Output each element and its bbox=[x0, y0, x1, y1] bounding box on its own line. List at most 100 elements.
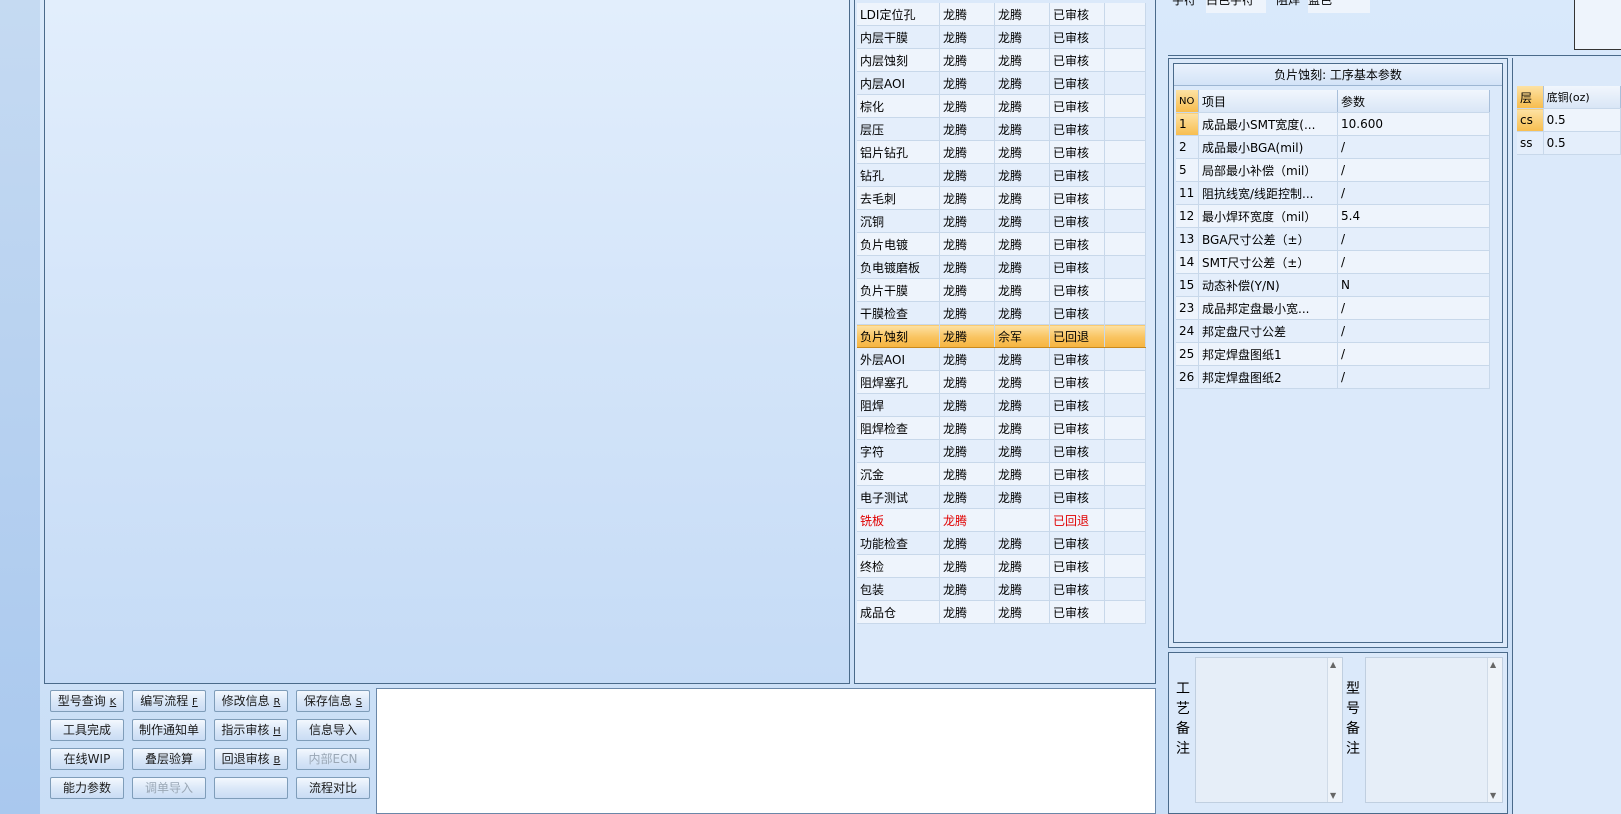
process-remark-textarea[interactable]: ▲ ▼ bbox=[1195, 657, 1343, 803]
params-no[interactable]: 12 bbox=[1176, 204, 1199, 228]
process-row[interactable]: 棕化 龙腾 龙腾 已审核 bbox=[857, 94, 1146, 118]
process-reviewer[interactable]: 龙腾 bbox=[994, 117, 1050, 141]
model-remark-scrollbar[interactable]: ▲ ▼ bbox=[1487, 658, 1502, 802]
process-maker[interactable]: 龙腾 bbox=[939, 577, 995, 601]
process-row[interactable]: 铣板 龙腾 已回退 bbox=[857, 508, 1146, 532]
process-extra[interactable] bbox=[1104, 577, 1146, 601]
params-header-item[interactable]: 项目 bbox=[1198, 90, 1338, 113]
process-maker[interactable]: 龙腾 bbox=[939, 531, 995, 555]
process-status[interactable]: 已审核 bbox=[1049, 25, 1105, 49]
process-name[interactable]: 沉金 bbox=[857, 462, 940, 486]
process-reviewer[interactable]: 龙腾 bbox=[994, 600, 1050, 624]
process-extra[interactable] bbox=[1104, 48, 1146, 72]
process-extra[interactable] bbox=[1104, 140, 1146, 164]
process-extra[interactable] bbox=[1104, 416, 1146, 440]
params-row[interactable]: 13 BGA尺寸公差（±） / bbox=[1176, 227, 1490, 251]
process-status[interactable]: 已审核 bbox=[1049, 577, 1105, 601]
scroll-down-icon[interactable]: ▼ bbox=[1490, 791, 1496, 800]
process-extra[interactable] bbox=[1104, 347, 1146, 371]
action-button[interactable]: 指示审核 H bbox=[214, 719, 288, 741]
process-maker[interactable]: 龙腾 bbox=[939, 186, 995, 210]
process-name[interactable]: 负电镀磨板 bbox=[857, 255, 940, 279]
process-row[interactable]: 负片蚀刻 龙腾 佘军 已回退 bbox=[857, 324, 1146, 348]
process-maker[interactable]: 龙腾 bbox=[939, 232, 995, 256]
process-status[interactable]: 已审核 bbox=[1049, 71, 1105, 95]
params-item[interactable]: BGA尺寸公差（±） bbox=[1198, 227, 1338, 251]
process-maker[interactable]: 龙腾 bbox=[939, 255, 995, 279]
params-no[interactable]: 25 bbox=[1176, 342, 1199, 366]
params-value[interactable]: / bbox=[1337, 158, 1490, 182]
process-maker[interactable]: 龙腾 bbox=[939, 416, 995, 440]
process-reviewer[interactable]: 龙腾 bbox=[994, 531, 1050, 555]
process-row[interactable]: 字符 龙腾 龙腾 已审核 bbox=[857, 439, 1146, 463]
params-value[interactable]: / bbox=[1337, 227, 1490, 251]
process-row[interactable]: 终检 龙腾 龙腾 已审核 bbox=[857, 554, 1146, 578]
params-row[interactable]: 1 成品最小SMT宽度(... 10.600 bbox=[1176, 112, 1490, 136]
params-header-no[interactable]: NO bbox=[1176, 90, 1199, 113]
process-status[interactable]: 已审核 bbox=[1049, 393, 1105, 417]
process-extra[interactable] bbox=[1104, 209, 1146, 233]
process-reviewer[interactable]: 龙腾 bbox=[994, 3, 1050, 26]
process-status[interactable]: 已审核 bbox=[1049, 117, 1105, 141]
params-row[interactable]: 2 成品最小BGA(mil) / bbox=[1176, 135, 1490, 159]
params-value[interactable]: / bbox=[1337, 296, 1490, 320]
process-extra[interactable] bbox=[1104, 508, 1146, 532]
process-reviewer[interactable]: 龙腾 bbox=[994, 232, 1050, 256]
params-value[interactable]: 10.600 bbox=[1337, 112, 1490, 136]
process-status[interactable]: 已审核 bbox=[1049, 232, 1105, 256]
process-maker[interactable]: 龙腾 bbox=[939, 3, 995, 26]
process-maker[interactable]: 龙腾 bbox=[939, 324, 995, 348]
params-row[interactable]: 12 最小焊环宽度（mil） 5.4 bbox=[1176, 204, 1490, 228]
copper-layer[interactable]: cs bbox=[1517, 108, 1544, 132]
process-name[interactable]: 包装 bbox=[857, 577, 940, 601]
process-maker[interactable]: 龙腾 bbox=[939, 370, 995, 394]
process-status[interactable]: 已审核 bbox=[1049, 255, 1105, 279]
process-status[interactable]: 已审核 bbox=[1049, 163, 1105, 187]
process-status[interactable]: 已审核 bbox=[1049, 531, 1105, 555]
process-status[interactable]: 已审核 bbox=[1049, 186, 1105, 210]
process-reviewer[interactable]: 龙腾 bbox=[994, 554, 1050, 578]
process-row[interactable]: 电子测试 龙腾 龙腾 已审核 bbox=[857, 485, 1146, 509]
process-maker[interactable]: 龙腾 bbox=[939, 485, 995, 509]
action-button[interactable]: 制作通知单 bbox=[132, 719, 206, 741]
params-no[interactable]: 5 bbox=[1176, 158, 1199, 182]
process-reviewer[interactable]: 龙腾 bbox=[994, 278, 1050, 302]
action-button[interactable]: 叠层验算 bbox=[132, 748, 206, 770]
process-extra[interactable] bbox=[1104, 301, 1146, 325]
params-item[interactable]: 邦定盘尺寸公差 bbox=[1198, 319, 1338, 343]
action-button[interactable]: 内部ECN bbox=[296, 748, 370, 770]
copper-row[interactable]: ss 0.5 bbox=[1517, 131, 1621, 155]
process-maker[interactable]: 龙腾 bbox=[939, 71, 995, 95]
process-status[interactable]: 已审核 bbox=[1049, 485, 1105, 509]
params-header-param[interactable]: 参数 bbox=[1337, 90, 1490, 113]
process-name[interactable]: 负片蚀刻 bbox=[857, 324, 940, 348]
process-extra[interactable] bbox=[1104, 324, 1146, 348]
process-maker[interactable]: 龙腾 bbox=[939, 140, 995, 164]
copper-layer[interactable]: ss bbox=[1517, 131, 1544, 155]
params-no[interactable]: 23 bbox=[1176, 296, 1199, 320]
copper-base[interactable]: 0.5 bbox=[1543, 131, 1621, 155]
process-name[interactable]: 终检 bbox=[857, 554, 940, 578]
params-row[interactable]: 14 SMT尺寸公差（±） / bbox=[1176, 250, 1490, 274]
process-row[interactable]: 内层蚀刻 龙腾 龙腾 已审核 bbox=[857, 48, 1146, 72]
process-reviewer[interactable]: 龙腾 bbox=[994, 485, 1050, 509]
process-maker[interactable]: 龙腾 bbox=[939, 163, 995, 187]
process-extra[interactable] bbox=[1104, 25, 1146, 49]
process-maker[interactable]: 龙腾 bbox=[939, 117, 995, 141]
params-item[interactable]: SMT尺寸公差（±） bbox=[1198, 250, 1338, 274]
action-button[interactable]: 能力参数 bbox=[50, 777, 124, 799]
params-value[interactable]: 5.4 bbox=[1337, 204, 1490, 228]
process-extra[interactable] bbox=[1104, 163, 1146, 187]
params-item[interactable]: 动态补偿(Y/N) bbox=[1198, 273, 1338, 297]
process-reviewer[interactable]: 龙腾 bbox=[994, 71, 1050, 95]
params-no[interactable]: 1 bbox=[1176, 112, 1199, 136]
scroll-down-icon[interactable]: ▼ bbox=[1330, 791, 1336, 800]
params-row[interactable]: 11 阻抗线宽/线距控制... / bbox=[1176, 181, 1490, 205]
copper-header-base[interactable]: 底铜(oz) bbox=[1543, 86, 1621, 109]
process-name[interactable]: 字符 bbox=[857, 439, 940, 463]
process-extra[interactable] bbox=[1104, 71, 1146, 95]
process-name[interactable]: 阻焊检查 bbox=[857, 416, 940, 440]
params-value[interactable]: / bbox=[1337, 135, 1490, 159]
process-status[interactable]: 已审核 bbox=[1049, 94, 1105, 118]
process-row[interactable]: 层压 龙腾 龙腾 已审核 bbox=[857, 117, 1146, 141]
